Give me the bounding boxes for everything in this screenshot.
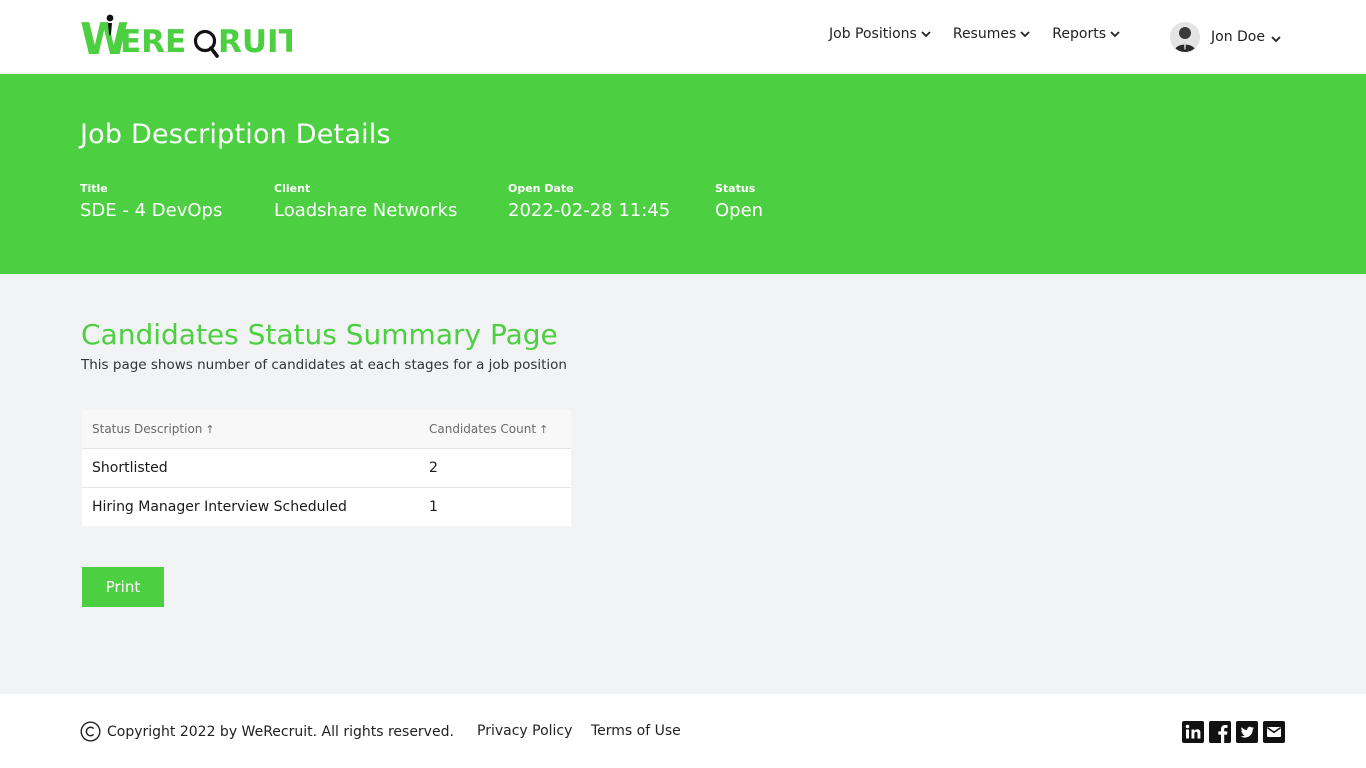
open-date-field: Open Date 2022-02-28 11:45	[508, 182, 670, 221]
client-field: Client Loadshare Networks	[274, 182, 457, 221]
chevron-down-icon	[1020, 31, 1030, 38]
svg-text:RUIT: RUIT	[218, 24, 292, 60]
main-nav: Job Positions Resumes Reports	[829, 26, 1142, 42]
twitter-icon[interactable]	[1236, 721, 1258, 743]
arrow-up-icon[interactable]: ↑	[539, 423, 548, 436]
page-title: Job Description Details	[80, 119, 391, 150]
terms-of-use-link[interactable]: Terms of Use	[591, 723, 681, 739]
social-links	[1182, 721, 1290, 743]
chevron-down-icon	[1110, 31, 1120, 38]
job-title-label: Title	[80, 182, 108, 195]
copyright: Copyright 2022 by WeRecruit. All rights …	[80, 721, 454, 742]
section-title: Candidates Status Summary Page	[81, 318, 558, 351]
print-button[interactable]: Print	[82, 567, 164, 607]
arrow-up-icon[interactable]: ↑	[205, 423, 214, 436]
client-value: Loadshare Networks	[274, 200, 458, 221]
facebook-icon[interactable]	[1209, 721, 1231, 743]
status-field: Status Open	[715, 182, 763, 221]
nav-job-positions[interactable]: Job Positions	[829, 26, 931, 42]
nav-job-positions-label: Job Positions	[829, 26, 917, 42]
count-cell: 1	[429, 498, 438, 515]
job-details-banner: Job Description Details Title SDE - 4 De…	[0, 74, 1366, 274]
open-date-label: Open Date	[508, 182, 574, 195]
svg-text:ERE: ERE	[120, 24, 186, 60]
privacy-policy-link[interactable]: Privacy Policy	[477, 723, 572, 739]
user-menu[interactable]: Jon Doe	[1170, 22, 1281, 52]
avatar	[1170, 22, 1200, 52]
linkedin-icon[interactable]	[1182, 721, 1204, 743]
status-value: Open	[715, 200, 764, 221]
werecruit-logo[interactable]: W ERE RUIT	[80, 12, 300, 65]
nav-resumes-label: Resumes	[952, 26, 1017, 42]
table-row: Hiring Manager Interview Scheduled 1	[82, 487, 571, 526]
user-name: Jon Doe	[1211, 29, 1265, 45]
status-cell: Shortlisted	[82, 448, 419, 488]
column-header-status-label: Status Description	[92, 421, 203, 436]
nav-reports[interactable]: Reports	[1052, 26, 1120, 42]
job-title-value: SDE - 4 DevOps	[80, 200, 223, 221]
candidates-status-table: Status Description ↑ Candidates Count ↑ Sh…	[82, 410, 571, 526]
footer: Copyright 2022 by WeRecruit. All rights …	[0, 694, 1366, 768]
job-title-field: Title SDE - 4 DevOps	[80, 182, 222, 221]
open-date-value: 2022-02-28 11:45	[508, 200, 671, 221]
copyright-text: Copyright 2022 by WeRecruit. All rights …	[107, 723, 454, 740]
copyright-icon	[80, 721, 101, 742]
section-subtitle: This page shows number of candidates at …	[81, 357, 567, 373]
column-header-status[interactable]: Status Description ↑	[82, 410, 419, 449]
status-cell: Hiring Manager Interview Scheduled	[92, 498, 347, 515]
email-icon[interactable]	[1263, 721, 1285, 743]
chevron-down-icon	[921, 31, 931, 38]
nav-resumes[interactable]: Resumes	[953, 26, 1030, 42]
status-label: Status	[715, 182, 756, 195]
nav-reports-label: Reports	[1052, 26, 1106, 42]
table-row: Shortlisted 2	[82, 448, 571, 488]
table-header-row: Status Description ↑ Candidates Count ↑	[82, 410, 571, 449]
client-label: Client	[274, 182, 311, 195]
count-cell: 2	[419, 448, 571, 488]
column-header-count-label: Candidates Count	[429, 421, 537, 436]
column-header-count[interactable]: Candidates Count ↑	[419, 410, 571, 449]
top-navbar: W ERE RUIT Job Positions Resumes Reports	[0, 0, 1366, 74]
chevron-down-icon	[1271, 35, 1281, 42]
